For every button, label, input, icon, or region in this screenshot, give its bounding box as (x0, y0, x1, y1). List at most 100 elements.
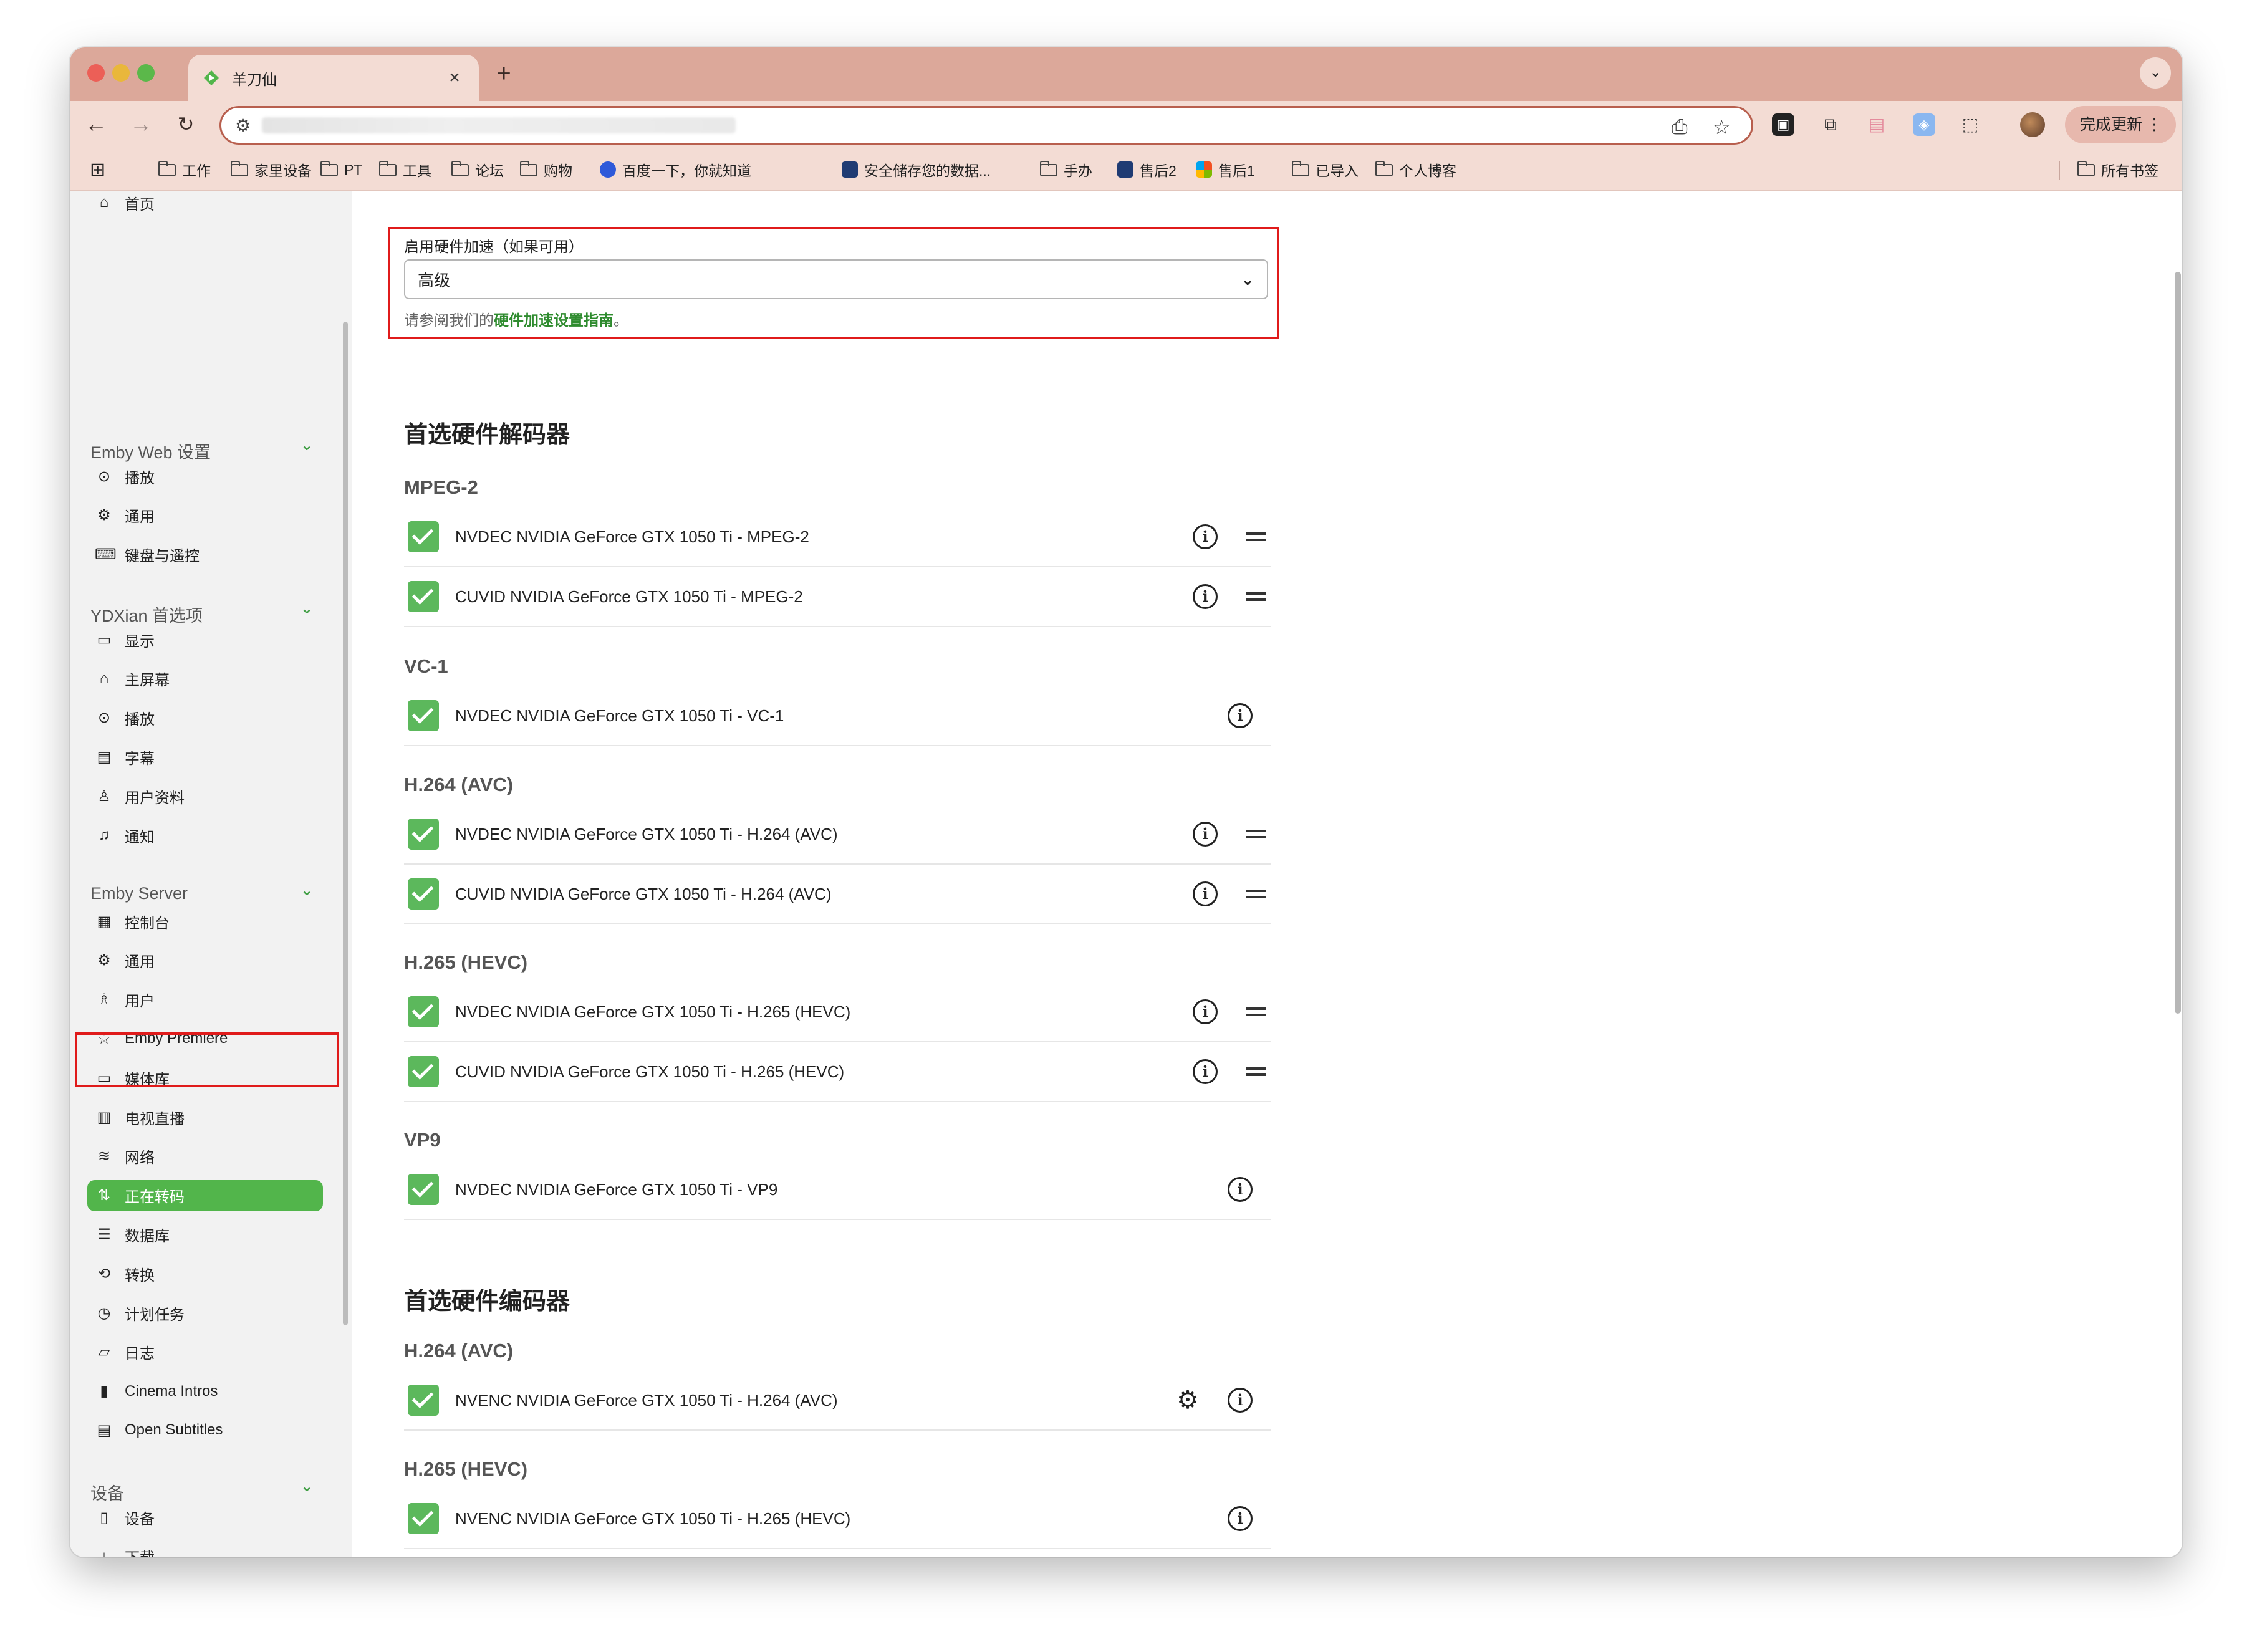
bookmark-item[interactable]: 家里设备 (231, 148, 312, 191)
bookmark-item[interactable]: 售后2 (1117, 148, 1177, 191)
info-button[interactable]: i (1226, 1175, 1254, 1204)
bookmark-item[interactable]: 论坛 (451, 148, 504, 191)
sidebar-item[interactable]: ◷ 计划任务 (95, 1297, 319, 1328)
sidebar-item[interactable]: ♗ 用户 (95, 984, 319, 1016)
back-icon[interactable]: ← (81, 110, 111, 140)
bookmark-item[interactable]: 安全储存您的数据... (842, 148, 991, 191)
bookmark-item[interactable]: 个人博客 (1375, 148, 1456, 191)
apps-grid-icon[interactable]: ⊞ (90, 148, 105, 191)
browser-tab[interactable]: 羊刀仙 × (188, 55, 479, 101)
drag-handle[interactable] (1242, 522, 1271, 551)
info-button[interactable]: i (1226, 701, 1254, 730)
info-button[interactable]: i (1191, 997, 1220, 1026)
sidebar-item[interactable]: ♫ 通知 (95, 820, 319, 851)
bookmark-item[interactable]: 购物 (520, 148, 572, 191)
hw-guide-link[interactable]: 硬件加速设置指南 (494, 312, 614, 329)
chevron-down-icon[interactable]: ⌄ (301, 1477, 318, 1495)
install-app-icon[interactable]: ⎙ (1672, 115, 1688, 139)
sidebar-item[interactable]: ⚙ 通用 (95, 500, 319, 531)
sidebar-item[interactable]: ▤ Open Subtitles (95, 1414, 319, 1446)
extension-icon-3[interactable]: ▤ (1865, 113, 1888, 136)
extension-icon-4[interactable]: ◈ (1913, 113, 1935, 136)
bookmark-item[interactable]: 工具 (379, 148, 431, 191)
sidebar-item[interactable]: ☰ 数据库 (95, 1219, 319, 1250)
codec-checkbox[interactable] (408, 1056, 439, 1087)
drag-handle[interactable] (1242, 582, 1271, 611)
minimize-window-button[interactable] (112, 64, 130, 82)
sidebar-item[interactable]: ♙ 用户资料 (95, 780, 319, 812)
sidebar-item[interactable]: ▱ 日志 (95, 1337, 319, 1368)
info-button[interactable]: i (1191, 522, 1220, 551)
sidebar-item[interactable]: ▦ 控制台 (95, 906, 319, 937)
info-button[interactable]: i (1191, 582, 1220, 611)
close-window-button[interactable] (87, 64, 105, 82)
tab-search-button[interactable]: ⌄ (2140, 57, 2171, 89)
browser-toolbar: ← → ↻ ⚙ ⎙ ☆ ▣ ⧉ ▤ ◈ ⬚ 完成更新 ⋮ (70, 101, 2182, 148)
extension-icon-2[interactable]: ⧉ (1819, 113, 1842, 136)
sidebar-item[interactable]: ▤ 字幕 (95, 741, 319, 772)
chevron-down-icon[interactable]: ⌄ (301, 600, 318, 617)
sidebar-scrollbar[interactable] (343, 322, 348, 1325)
sidebar-item-home[interactable]: ⌂ 首页 (95, 191, 319, 218)
settings-button[interactable]: ⚙ (1173, 1386, 1202, 1414)
forward-icon[interactable]: → (126, 110, 156, 140)
codec-checkbox[interactable] (408, 1503, 439, 1534)
bookmark-item[interactable]: 已导入 (1292, 148, 1359, 191)
bookmark-item[interactable]: 手办 (1040, 148, 1092, 191)
codec-checkbox[interactable] (408, 819, 439, 850)
codec-checkbox[interactable] (408, 996, 439, 1027)
bookmark-item[interactable]: 百度一下，你就知道 (600, 148, 751, 191)
sidebar-item[interactable]: ⌨ 键盘与遥控 (95, 539, 319, 570)
extensions-puzzle-icon[interactable]: ⬚ (1959, 113, 1981, 136)
sidebar-section-header[interactable]: YDXian 首选项 (90, 602, 203, 627)
bookmark-item[interactable]: 售后1 (1196, 148, 1255, 191)
sidebar-item[interactable]: ↓ 下载 (95, 1541, 319, 1557)
drag-handle[interactable] (1242, 880, 1271, 908)
sidebar-item[interactable]: ▮ Cinema Intros (95, 1376, 319, 1407)
reload-icon[interactable]: ↻ (171, 110, 201, 140)
codec-checkbox[interactable] (408, 521, 439, 552)
codec-checkbox[interactable] (408, 581, 439, 612)
sidebar-section-header[interactable]: 设备 (90, 1480, 124, 1504)
bookmark-star-icon[interactable]: ☆ (1713, 115, 1731, 139)
sidebar-item[interactable]: ⊙ 播放 (95, 461, 319, 492)
all-bookmarks-item[interactable]: 所有书签 (2077, 148, 2158, 191)
info-button[interactable]: i (1191, 820, 1220, 848)
codec-checkbox[interactable] (408, 878, 439, 910)
hw-accel-select[interactable]: 高级 ⌄ (404, 259, 1268, 299)
site-settings-icon[interactable]: ⚙ (235, 115, 251, 136)
sidebar-item[interactable]: ⇅ 正在转码 (87, 1179, 323, 1211)
zoom-window-button[interactable] (137, 64, 155, 82)
bookmark-item[interactable]: PT (320, 148, 362, 191)
drag-handle[interactable] (1242, 1057, 1271, 1086)
sidebar-item[interactable]: ⟲ 转换 (95, 1258, 319, 1289)
info-button[interactable]: i (1191, 880, 1220, 908)
info-button[interactable]: i (1226, 1504, 1254, 1533)
sidebar-section-header[interactable]: Emby Server (90, 884, 188, 903)
update-button[interactable]: 完成更新 ⋮ (2065, 106, 2176, 143)
sidebar-item[interactable]: ⌂ 主屏幕 (95, 663, 319, 694)
drag-handle[interactable] (1242, 997, 1271, 1026)
close-tab-icon[interactable]: × (445, 67, 464, 89)
info-button[interactable]: i (1226, 1386, 1254, 1414)
chevron-down-icon[interactable]: ⌄ (301, 436, 318, 454)
new-tab-button[interactable]: + (488, 59, 520, 91)
sidebar-item[interactable]: ▯ 设备 (95, 1502, 319, 1533)
sidebar-item[interactable]: ≋ 网络 (95, 1141, 319, 1172)
sidebar-item[interactable]: ⊙ 播放 (95, 703, 319, 734)
sidebar-item[interactable]: ▭ 显示 (95, 624, 319, 655)
drag-handle[interactable] (1242, 820, 1271, 848)
codec-checkbox[interactable] (408, 700, 439, 731)
address-bar[interactable]: ⚙ ⎙ ☆ (219, 106, 1753, 145)
sidebar-section-header[interactable]: Emby Web 设置 (90, 439, 211, 463)
codec-checkbox[interactable] (408, 1385, 439, 1416)
bookmark-item[interactable]: 工作 (158, 148, 211, 191)
sidebar-item[interactable]: ▥ 电视直播 (95, 1102, 319, 1133)
info-button[interactable]: i (1191, 1057, 1220, 1086)
main-scrollbar[interactable] (2175, 272, 2181, 1014)
codec-checkbox[interactable] (408, 1174, 439, 1205)
extension-icon-1[interactable]: ▣ (1772, 113, 1794, 136)
profile-avatar[interactable] (2020, 112, 2045, 137)
sidebar-item[interactable]: ⚙ 通用 (95, 945, 319, 976)
chevron-down-icon[interactable]: ⌄ (301, 881, 318, 899)
